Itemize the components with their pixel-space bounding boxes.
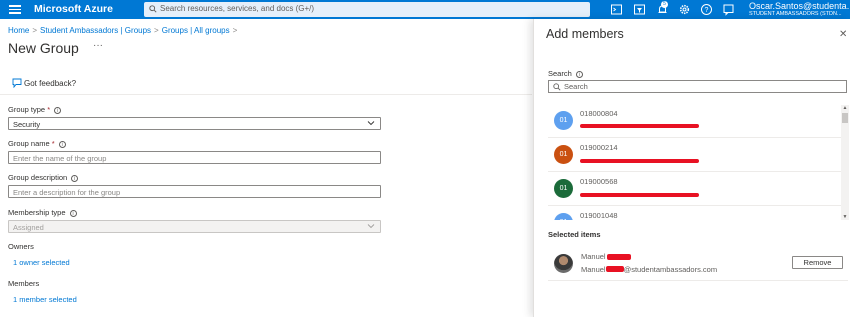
close-icon[interactable]: ✕ (839, 29, 847, 40)
account-name[interactable]: Oscar.Santos@studenta... (749, 1, 850, 11)
command-bar (0, 71, 532, 95)
breadcrumb-groups[interactable]: Student Ambassadors | Groups (40, 26, 151, 35)
panel-title: Add members (546, 27, 624, 41)
cloud-shell-icon[interactable] (610, 3, 623, 16)
result-name: 019000568 (580, 177, 618, 186)
breadcrumb-separator: > (232, 26, 238, 35)
redaction-mark (605, 266, 624, 272)
list-item[interactable]: 01 018000804 (548, 105, 841, 138)
group-type-select[interactable]: Security (8, 117, 381, 130)
directory-filter-icon[interactable] (633, 3, 646, 16)
members-label: Members (8, 279, 40, 288)
breadcrumb-separator: > (154, 26, 159, 35)
breadcrumb: Home > Student Ambassadors | Groups > Groups… (8, 26, 240, 35)
result-name: 018000804 (580, 109, 618, 118)
avatar: 01 (554, 179, 573, 198)
group-type-value: Security (13, 120, 41, 129)
result-name: 019000214 (580, 143, 618, 152)
feedback-label: Got feedback? (24, 79, 77, 88)
search-icon (149, 5, 157, 13)
avatar: 01 (554, 145, 573, 164)
scroll-down-arrow[interactable]: ▼ (842, 214, 848, 220)
global-search-input[interactable]: Search resources, services, and docs (G+… (144, 2, 590, 17)
feedback-button[interactable]: Got feedback? (12, 78, 76, 88)
brand-title[interactable]: Microsoft Azure (34, 3, 113, 15)
member-search-input[interactable]: Search (548, 80, 847, 93)
panel-search-label: Search i (548, 69, 583, 78)
breadcrumb-separator: > (32, 26, 38, 35)
chevron-down-icon (367, 224, 375, 229)
gear-icon[interactable] (678, 3, 691, 16)
list-item[interactable]: 01 019001048 (548, 207, 841, 220)
top-bar: Microsoft Azure Search resources, servic… (0, 0, 850, 19)
feedback-smiley-icon[interactable] (722, 3, 735, 16)
user-photo-avatar (554, 254, 573, 273)
search-results-list: 01 018000804 01 019000214 01 019000568 0… (548, 105, 850, 220)
membership-type-select[interactable]: Assigned (8, 220, 381, 233)
global-search-placeholder: Search resources, services, and docs (G+… (160, 4, 315, 13)
info-icon: i (71, 175, 79, 182)
more-options-button[interactable]: ··· (93, 40, 103, 51)
owners-link[interactable]: 1 owner selected (13, 258, 70, 267)
page-title: New Group (8, 40, 79, 56)
redaction-mark (580, 159, 699, 163)
info-icon: i (54, 107, 62, 114)
notification-count-badge: 5 (661, 1, 668, 8)
search-icon (553, 83, 561, 91)
help-icon[interactable]: ? (700, 3, 713, 16)
remove-button[interactable]: Remove (792, 256, 843, 269)
group-name-label: Group name * i (8, 139, 66, 148)
result-name: 019001048 (580, 211, 618, 220)
required-mark: * (47, 105, 51, 114)
selected-user-email: Manuel @studentambassadors.com (581, 265, 718, 274)
chevron-down-icon (367, 121, 375, 126)
selected-item: Manuel Manuel @studentambassadors.com Rem… (548, 245, 848, 281)
list-item[interactable]: 01 019000214 (548, 139, 841, 172)
scrollbar-thumb[interactable] (842, 113, 848, 123)
membership-type-value: Assigned (13, 223, 44, 232)
feedback-icon (12, 78, 22, 88)
redaction-mark (607, 254, 631, 260)
scroll-up-arrow[interactable]: ▲ (842, 105, 848, 111)
membership-type-label: Membership type i (8, 208, 77, 217)
info-icon: i (69, 210, 77, 217)
owners-label: Owners (8, 242, 34, 251)
avatar: 01 (554, 213, 573, 220)
menu-icon[interactable] (9, 5, 21, 14)
group-description-label: Group description i (8, 173, 79, 182)
info-icon: i (575, 71, 583, 78)
selected-items-label: Selected items (548, 230, 601, 239)
group-name-input[interactable]: Enter the name of the group (8, 151, 381, 164)
group-description-input[interactable]: Enter a description for the group (8, 185, 381, 198)
breadcrumb-home[interactable]: Home (8, 26, 29, 35)
redaction-mark (580, 124, 699, 128)
account-directory[interactable]: STUDENT AMBASSADORS (STDN... (749, 11, 842, 17)
members-link[interactable]: 1 member selected (13, 295, 77, 304)
group-type-label: Group type * i (8, 105, 62, 114)
info-icon: i (58, 141, 66, 148)
required-mark: * (51, 139, 55, 148)
list-item[interactable]: 01 019000568 (548, 173, 841, 206)
member-search-placeholder: Search (564, 82, 588, 91)
selected-user-name: Manuel (581, 252, 606, 261)
redaction-mark (580, 193, 699, 197)
add-members-panel: Add members ✕ Search i Search 01 01800080… (533, 19, 850, 317)
svg-text:?: ? (705, 7, 709, 14)
breadcrumb-all-groups[interactable]: Groups | All groups (162, 26, 230, 35)
avatar: 01 (554, 111, 573, 130)
